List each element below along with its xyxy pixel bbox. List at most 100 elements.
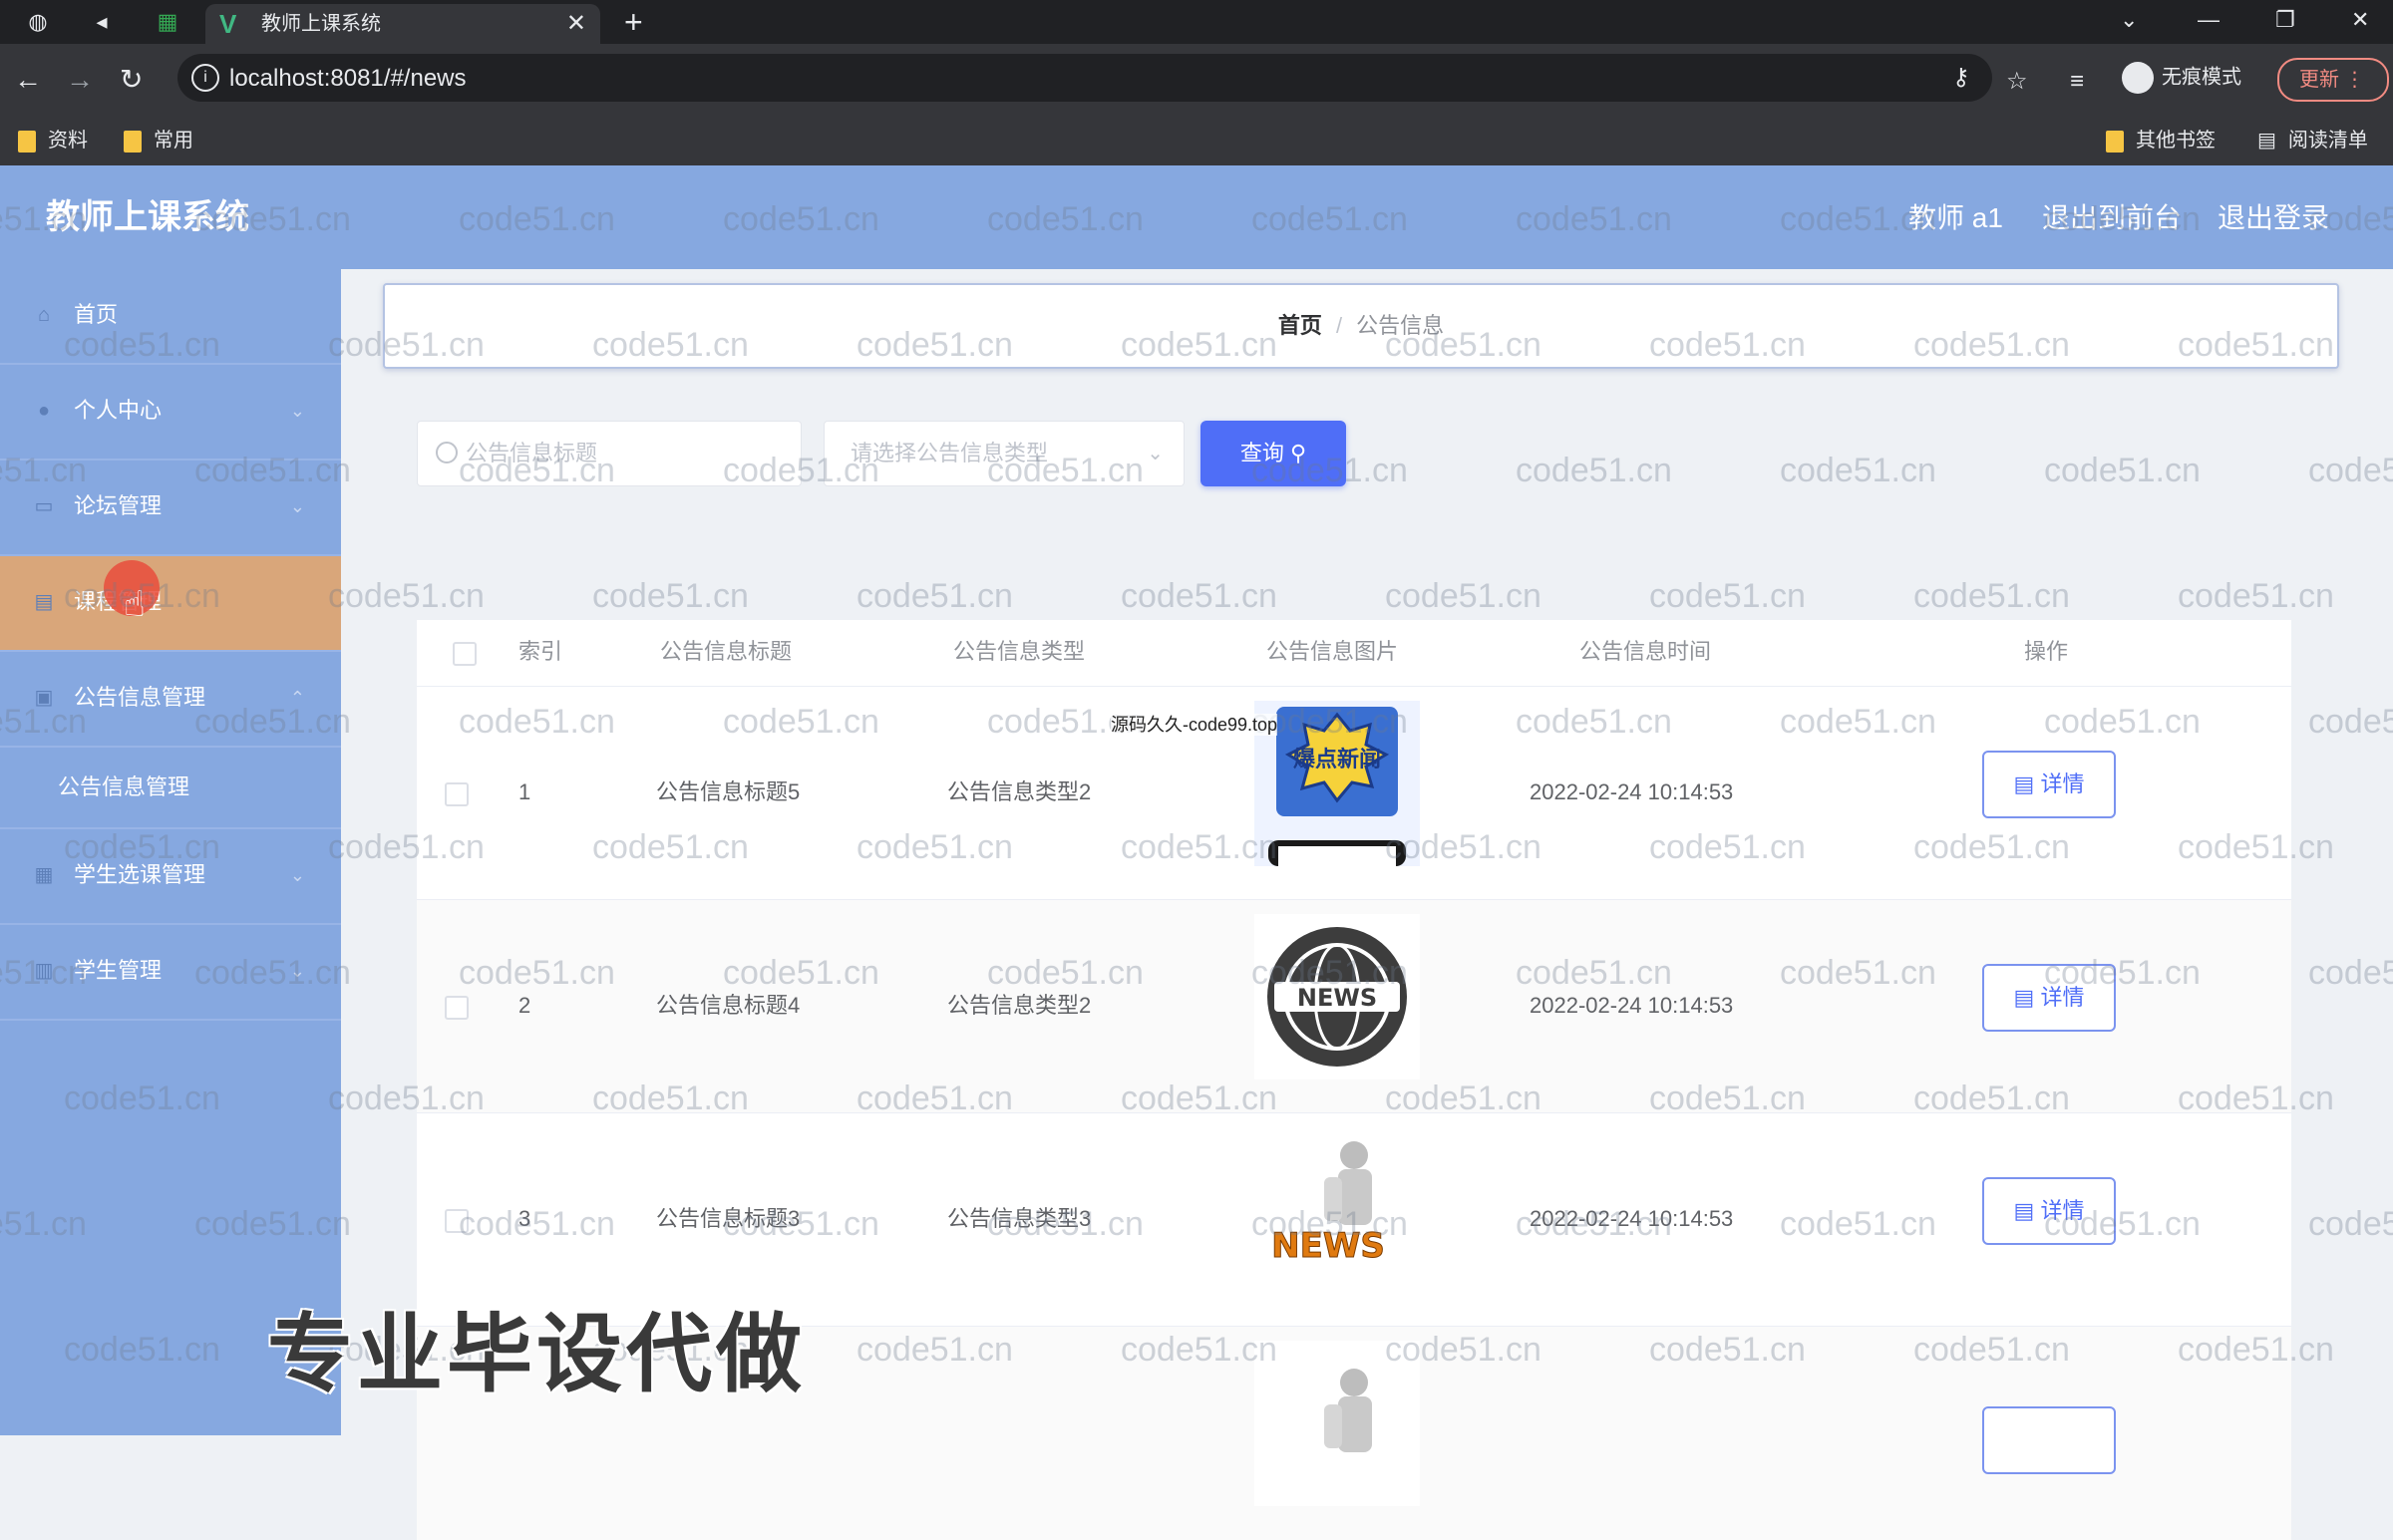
type-select-placeholder: 请选择公告信息类型 xyxy=(851,441,1049,465)
chevron-down-icon: ⌄ xyxy=(289,865,305,885)
window-close-icon[interactable]: ✕ xyxy=(2351,4,2369,36)
select-all-checkbox[interactable] xyxy=(453,642,477,666)
detail-button[interactable]: ▤ 详情 xyxy=(1982,964,2116,1032)
breadcrumb-home[interactable]: 首页 xyxy=(1278,313,1322,338)
cell-title: 公告信息标题4 xyxy=(656,993,801,1018)
hot-news-image: 爆点新闻 xyxy=(1254,701,1420,866)
promo-caption: 专业毕设代做 xyxy=(267,1307,806,1402)
sidebar-item-course[interactable]: ▤ 课程管理 xyxy=(0,556,341,652)
incognito-icon xyxy=(2122,62,2154,94)
query-label: 查询 xyxy=(1239,441,1284,465)
cell-title: 公告信息标题3 xyxy=(656,1206,801,1231)
notice-image xyxy=(1254,1341,1420,1506)
search-icon: ⚲ xyxy=(1290,441,1307,465)
hot-news-text: 爆点新闻 xyxy=(1293,747,1381,772)
cell-time: 2022-02-24 10:14:53 xyxy=(1530,993,1734,1018)
chevron-down-icon: ⌄ xyxy=(289,961,305,981)
query-button[interactable]: 查询 ⚲ xyxy=(1200,421,1346,486)
sidebar-item-forum[interactable]: ▭ 论坛管理 ⌄ xyxy=(0,461,341,556)
reading-mode-icon[interactable]: ≡ xyxy=(2070,68,2084,96)
row-checkbox[interactable] xyxy=(445,1209,469,1233)
sidebar-item-student[interactable]: ▥ 学生管理 ⌄ xyxy=(0,925,341,1021)
cell-index: 2 xyxy=(518,993,531,1018)
reload-icon[interactable]: ↻ xyxy=(120,62,143,98)
bookmark-folder[interactable]: 资料 xyxy=(18,124,88,157)
bookmark-label: 常用 xyxy=(154,130,193,152)
row-checkbox[interactable] xyxy=(445,996,469,1020)
tab-title: 教师上课系统 xyxy=(261,13,381,35)
tab-search-icon[interactable]: ⌄ xyxy=(2120,4,2138,36)
type-select[interactable]: 请选择公告信息类型 ⌄ xyxy=(824,421,1185,486)
to-front-link[interactable]: 退出到前台 xyxy=(2042,201,2182,235)
cell-index: 3 xyxy=(518,1206,531,1231)
forum-icon: ▭ xyxy=(34,495,54,517)
incognito-indicator[interactable]: 无痕模式 xyxy=(2122,62,2241,94)
app-title: 教师上课系统 xyxy=(46,198,249,236)
forward-icon[interactable]: → xyxy=(66,62,94,98)
detail-label: 详情 xyxy=(2040,985,2085,1010)
header-type: 公告信息类型 xyxy=(953,639,1086,664)
header-time: 公告信息时间 xyxy=(1579,639,1712,664)
sidebar-item-notice[interactable]: ▣ 公告信息管理 ⌃ xyxy=(0,652,341,748)
reading-list-icon: ▤ xyxy=(2257,130,2276,152)
new-tab-icon[interactable]: + xyxy=(624,4,643,40)
browser-logo-icon[interactable]: ◍ xyxy=(24,8,52,36)
info-icon[interactable]: i xyxy=(191,64,219,92)
detail-icon: ▤ xyxy=(2013,771,2035,796)
bookmark-folder[interactable]: 常用 xyxy=(124,124,193,157)
notice-image: NEWS xyxy=(1254,1127,1420,1293)
bookmark-label: 资料 xyxy=(48,130,88,152)
detail-button[interactable]: ▤ 详情 xyxy=(1982,1177,2116,1245)
sheet-icon[interactable]: ▦ xyxy=(154,8,181,36)
detail-button[interactable] xyxy=(1982,1406,2116,1474)
sidebar-subitem-notice[interactable]: 公告信息管理 xyxy=(0,748,341,829)
reading-list[interactable]: ▤ 阅读清单 xyxy=(2257,124,2368,157)
sidebar-item-selection[interactable]: ▦ 学生选课管理 ⌄ xyxy=(0,829,341,925)
title-search-placeholder: 公告信息标题 xyxy=(466,441,598,465)
notice-icon: ▣ xyxy=(34,687,54,709)
header-title: 公告信息标题 xyxy=(660,639,793,664)
back-icon[interactable]: ← xyxy=(14,62,42,98)
header-actions: 操作 xyxy=(2024,639,2069,664)
sidebar-item-profile[interactable]: ● 个人中心 ⌄ xyxy=(0,365,341,461)
sidebar-item-label: 个人中心 xyxy=(74,398,163,423)
row-checkbox[interactable] xyxy=(445,782,469,806)
sidebar-item-home[interactable]: ⌂ 首页 xyxy=(0,269,341,365)
update-button[interactable]: 更新 ⋮ xyxy=(2277,58,2389,102)
cell-type: 公告信息类型2 xyxy=(947,993,1092,1018)
vue-icon: V xyxy=(219,9,237,39)
cell-index: 1 xyxy=(518,779,531,804)
sidebar-item-label: 学生管理 xyxy=(74,958,163,983)
hand-cursor-icon: ☝ xyxy=(124,583,146,624)
incognito-label: 无痕模式 xyxy=(2162,66,2241,89)
close-icon[interactable]: ✕ xyxy=(566,10,586,38)
logout-link[interactable]: 退出登录 xyxy=(2218,201,2329,235)
chevron-down-icon: ⌄ xyxy=(1147,443,1164,464)
bookmarks-bar: 资料 常用 其他书签 ▤ 阅读清单 xyxy=(0,116,2393,166)
sidebar: ⌂ 首页 ● 个人中心 ⌄ ▭ 论坛管理 ⌄ ▤ 课程管理 ▣ 公告信息管理 ⌃… xyxy=(0,269,341,1435)
cell-type: 公告信息类型3 xyxy=(947,1206,1092,1231)
sidebar-item-label: 学生选课管理 xyxy=(74,862,206,887)
bookmark-star-icon[interactable]: ☆ xyxy=(2006,68,2028,96)
chevron-up-icon: ⌃ xyxy=(289,688,305,708)
address-bar[interactable]: i localhost:8081/#/news ⚷ xyxy=(177,54,1992,102)
folder-icon xyxy=(124,130,142,153)
detail-button[interactable]: ▤ 详情 xyxy=(1982,751,2116,818)
minimize-icon[interactable]: — xyxy=(2198,4,2220,36)
title-search-input[interactable]: 公告信息标题 xyxy=(417,421,802,486)
key-icon[interactable]: ⚷ xyxy=(1952,64,1970,92)
sidebar-item-label: 首页 xyxy=(74,302,119,327)
cell-type: 公告信息类型2 xyxy=(947,779,1092,804)
sidebar-subitem-label: 公告信息管理 xyxy=(58,774,190,799)
header-index: 索引 xyxy=(518,639,563,664)
back-tab-icon[interactable]: ◂ xyxy=(88,8,116,36)
cell-title: 公告信息标题5 xyxy=(656,779,801,804)
search-icon xyxy=(436,442,458,463)
restore-icon[interactable]: ❐ xyxy=(2275,4,2295,36)
reading-list-label: 阅读清单 xyxy=(2287,130,2368,152)
other-bookmarks[interactable]: 其他书签 xyxy=(2106,124,2216,157)
news-figure-image: NEWS xyxy=(1254,1127,1420,1293)
news-globe-image: NEWS xyxy=(1254,914,1420,1079)
browser-tab[interactable]: V 教师上课系统 ✕ xyxy=(205,4,600,44)
source-note: 源码久久-code99.top xyxy=(1111,714,1278,736)
